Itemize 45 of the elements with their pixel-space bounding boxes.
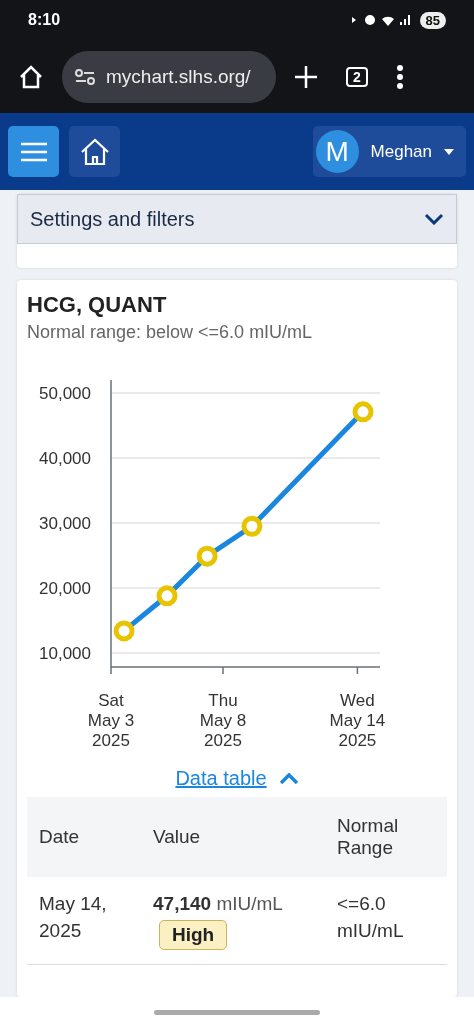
home-icon[interactable]: [18, 63, 44, 90]
data-point: [156, 585, 178, 607]
status-time: 8:10: [28, 11, 62, 29]
avatar: M: [315, 130, 359, 173]
chevron-icon: [424, 213, 444, 225]
address-bar[interactable]: mychart.slhs.org/: [62, 50, 276, 103]
more-icon[interactable]: [395, 63, 404, 90]
caret-icon: [444, 148, 454, 155]
menu-button[interactable]: [8, 126, 59, 177]
menu-icon: [20, 141, 47, 162]
url-text: mychart.slhs.org/: [106, 65, 251, 88]
data-point: [196, 545, 218, 567]
user-name: Meghan: [370, 141, 432, 162]
y-tick-label: 10,000: [39, 644, 91, 663]
data-point: [352, 401, 374, 423]
x-tick-label: Wed May 14 2025: [329, 691, 386, 750]
data-point: [241, 515, 263, 537]
new-tab-icon[interactable]: [294, 64, 318, 89]
house-icon: [79, 137, 110, 166]
site-settings-icon[interactable]: [74, 67, 96, 86]
tab-count-button[interactable]: 2: [346, 66, 368, 87]
battery-indicator: 85: [419, 11, 446, 29]
result-title: HCG, QUANT: [27, 292, 168, 318]
y-tick-label: 20,000: [39, 579, 91, 598]
signal-icon: [349, 13, 410, 27]
x-tick-label: Thu May 8 2025: [199, 691, 247, 750]
data-point: [113, 620, 135, 642]
user-menu-button[interactable]: M Meghan: [312, 126, 466, 177]
column-header: Normal Range: [325, 797, 447, 877]
table-cell: May 14, 2025: [27, 877, 141, 965]
settings-toggle[interactable]: Settings and filters: [17, 194, 457, 244]
chevron-icon: [278, 772, 299, 785]
x-tick-label: Sat May 3 2025: [87, 691, 135, 750]
column-header: Date: [27, 797, 141, 877]
column-header: Value: [141, 797, 325, 877]
unit-text: mIU/mL: [216, 893, 283, 914]
result-value: 47,140: [153, 893, 212, 914]
y-tick-label: 30,000: [39, 514, 91, 533]
table-cell: <=6.0 mIU/mL: [325, 877, 447, 965]
y-tick-label: 50,000: [39, 384, 91, 403]
home-button[interactable]: [69, 126, 120, 177]
high-flag-badge: High: [159, 919, 228, 951]
y-tick-label: 40,000: [39, 449, 91, 468]
normal-range-text: Normal range: below <=6.0 mIU/mL: [27, 322, 314, 343]
data-table-link[interactable]: Data table: [169, 766, 305, 791]
